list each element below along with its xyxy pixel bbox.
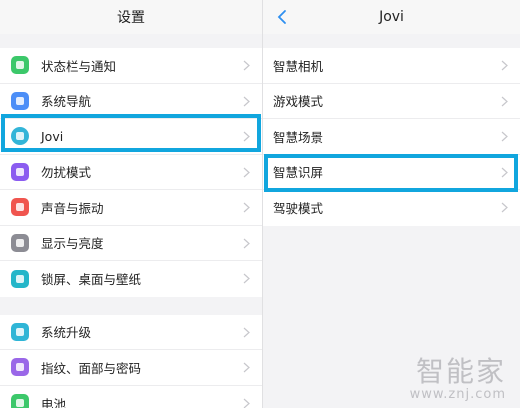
chevron-right-icon <box>243 167 250 178</box>
settings-item-system-update[interactable]: 系统升级 <box>0 315 262 350</box>
settings-item-battery[interactable]: 电池 <box>0 386 262 408</box>
settings-item-lockscreen[interactable]: 锁屏、桌面与壁纸 <box>0 261 262 297</box>
jovi-icon <box>11 127 29 146</box>
settings-item-jovi[interactable]: Jovi <box>0 119 262 155</box>
jovi-item-label: 驾驶模式 <box>273 201 324 217</box>
jovi-item-label: 智慧识屏 <box>273 165 324 181</box>
settings-item-label: 电池 <box>41 396 67 408</box>
settings-item-label: 状态栏与通知 <box>41 58 117 74</box>
chevron-right-icon <box>243 238 250 249</box>
jovi-item-smart-screen[interactable]: 智慧识屏 <box>263 155 520 190</box>
chevron-right-icon <box>243 131 250 142</box>
back-arrow-icon[interactable] <box>277 9 287 25</box>
jovi-item-label: 游戏模式 <box>273 94 324 110</box>
notification-icon <box>11 56 29 75</box>
battery-icon <box>11 394 29 408</box>
chevron-right-icon <box>243 60 250 71</box>
settings-panel: 设置 状态栏与通知 系统导航 Jovi 勿扰模式 声音与振动 显示与亮度 锁屏、… <box>0 0 262 408</box>
settings-item-label: 指纹、面部与密码 <box>41 360 142 376</box>
settings-group-2: 系统升级 指纹、面部与密码 电池 <box>0 314 262 408</box>
settings-item-label: 锁屏、桌面与壁纸 <box>41 272 142 288</box>
settings-item-sound[interactable]: 声音与振动 <box>0 190 262 226</box>
wallpaper-icon <box>11 269 29 288</box>
watermark-url: www.znj.com <box>409 387 506 402</box>
chevron-right-icon <box>501 167 508 178</box>
watermark: 智能家 www.znj.com <box>410 356 506 402</box>
jovi-panel: Jovi 智慧相机 游戏模式 智慧场景 智慧识屏 驾驶模式 <box>262 0 520 408</box>
chevron-right-icon <box>501 202 508 213</box>
settings-item-label: 显示与亮度 <box>41 236 104 252</box>
chevron-right-icon <box>501 96 508 107</box>
fingerprint-icon <box>11 358 29 377</box>
chevron-right-icon <box>243 202 250 213</box>
settings-item-fingerprint[interactable]: 指纹、面部与密码 <box>0 350 262 386</box>
update-icon <box>11 322 29 341</box>
settings-item-label: 系统升级 <box>41 325 92 341</box>
settings-item-label: Jovi <box>41 128 64 144</box>
settings-item-label: 声音与振动 <box>41 200 104 216</box>
settings-item-status-bar[interactable]: 状态栏与通知 <box>0 48 262 84</box>
chevron-right-icon <box>243 96 250 107</box>
jovi-item-game-mode[interactable]: 游戏模式 <box>263 84 520 119</box>
settings-item-display[interactable]: 显示与亮度 <box>0 226 262 261</box>
jovi-title: Jovi <box>379 9 404 25</box>
jovi-item-smart-scene[interactable]: 智慧场景 <box>263 119 520 155</box>
chevron-right-icon <box>243 398 250 408</box>
navigation-icon <box>11 91 29 110</box>
settings-header: 设置 <box>0 0 262 34</box>
brightness-icon <box>11 233 29 252</box>
chevron-right-icon <box>243 273 250 284</box>
chevron-right-icon <box>243 362 250 373</box>
chevron-right-icon <box>501 60 508 71</box>
jovi-group: 智慧相机 游戏模式 智慧场景 智慧识屏 驾驶模式 <box>263 48 520 226</box>
chevron-right-icon <box>243 327 250 338</box>
jovi-header: Jovi <box>263 0 520 34</box>
settings-item-label: 系统导航 <box>41 94 92 110</box>
moon-icon <box>11 162 29 181</box>
watermark-text: 智能家 <box>415 355 506 388</box>
sound-icon <box>11 198 29 217</box>
settings-item-do-not-disturb[interactable]: 勿扰模式 <box>0 155 262 190</box>
jovi-item-smart-camera[interactable]: 智慧相机 <box>263 48 520 84</box>
settings-item-label: 勿扰模式 <box>41 165 92 181</box>
jovi-item-label: 智慧相机 <box>273 58 324 74</box>
settings-group-1: 状态栏与通知 系统导航 Jovi 勿扰模式 声音与振动 显示与亮度 锁屏、桌面与… <box>0 48 262 297</box>
jovi-item-driving-mode[interactable]: 驾驶模式 <box>263 190 520 226</box>
settings-item-navigation[interactable]: 系统导航 <box>0 84 262 119</box>
jovi-item-label: 智慧场景 <box>273 129 324 145</box>
chevron-right-icon <box>501 131 508 142</box>
settings-title: 设置 <box>117 10 145 26</box>
